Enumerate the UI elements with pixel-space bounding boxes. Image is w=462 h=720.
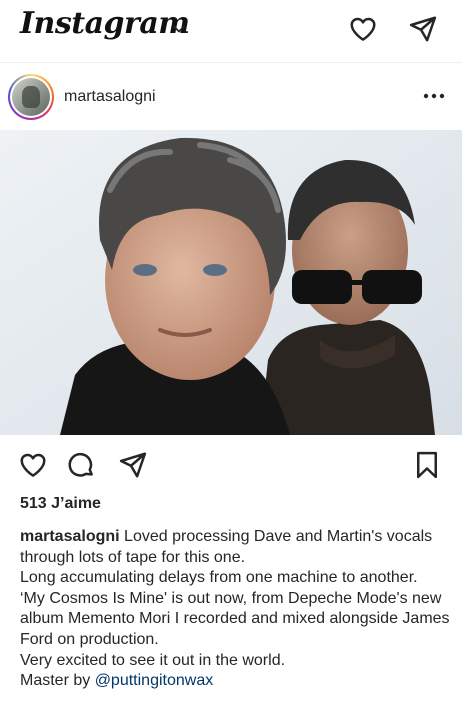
instagram-logo[interactable]: Instagram	[20, 6, 190, 41]
heart-icon[interactable]	[348, 14, 378, 44]
like-count[interactable]: 513 J’aime	[20, 495, 101, 513]
post-image[interactable]	[0, 130, 462, 435]
avatar[interactable]	[8, 74, 54, 120]
mention-link[interactable]: @puttingitonwax	[95, 672, 214, 689]
bookmark-icon[interactable]	[412, 450, 442, 480]
caption-line: Long accumulating delays from one machin…	[20, 569, 418, 587]
post-actions	[0, 446, 462, 486]
caption-line: Master by @puttingitonwax	[20, 671, 450, 692]
post-caption: martasalogni Loved processing Dave and M…	[20, 527, 450, 692]
comment-bubble-icon[interactable]	[66, 450, 96, 480]
caption-username[interactable]: martasalogni	[20, 528, 120, 545]
heart-icon[interactable]	[18, 450, 48, 480]
more-dots-icon[interactable]	[420, 86, 448, 106]
post-photo-illustration	[0, 130, 462, 435]
post-header: martasalogni	[0, 68, 462, 128]
caption-line: ‘My Cosmos Is Mine' is out now, from Dep…	[20, 589, 450, 648]
top-divider	[0, 62, 462, 63]
caption-line: martasalogni Loved processing Dave and M…	[20, 527, 450, 568]
caption-text: Master by	[20, 672, 95, 690]
post-username[interactable]: martasalogni	[64, 88, 156, 106]
top-bar: Instagram	[0, 0, 462, 58]
caption-line: Very excited to see it out in the world.	[20, 651, 286, 669]
paper-plane-icon[interactable]	[118, 450, 148, 480]
avatar-image	[12, 78, 50, 116]
paper-plane-icon[interactable]	[408, 14, 438, 44]
chevron-down-icon[interactable]	[172, 22, 186, 36]
